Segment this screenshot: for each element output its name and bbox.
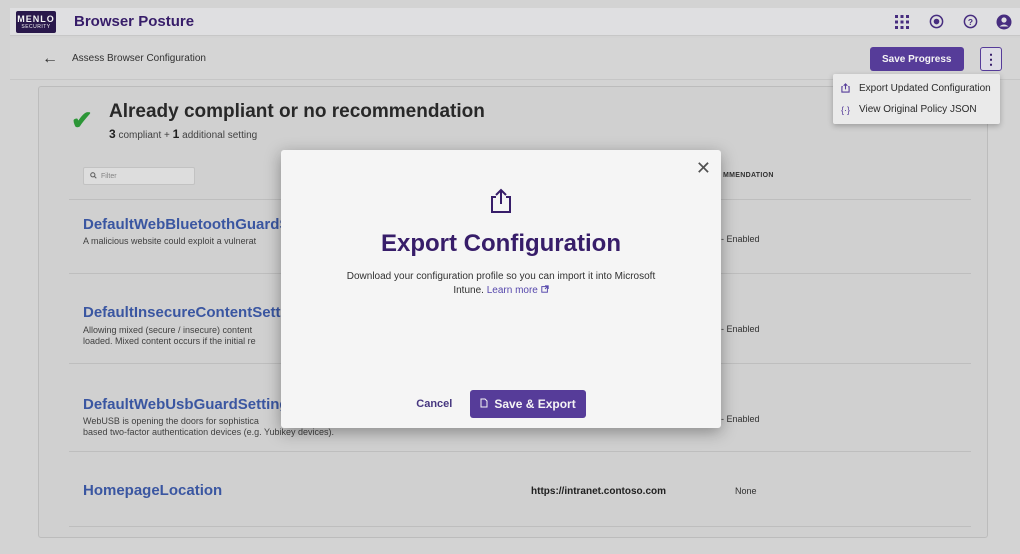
header-icons: ? (894, 14, 1012, 30)
external-link-icon (540, 285, 549, 296)
dialog-title: Export Configuration (381, 230, 621, 257)
close-icon[interactable]: ✕ (696, 158, 711, 179)
logo-text: MENLO (17, 13, 55, 24)
cancel-button[interactable]: Cancel (416, 398, 452, 410)
app-title: Browser Posture (74, 13, 195, 30)
dialog-actions: Cancel Save & Export (281, 390, 721, 418)
learn-more-link[interactable]: Learn more (487, 285, 549, 296)
recommendation-value: - Enabled (721, 324, 760, 334)
logo-subtext: SECURITY (21, 23, 51, 30)
export-configuration-dialog: ✕ Export Configuration Download your con… (281, 150, 721, 428)
compliant-count: 3 (109, 127, 116, 141)
apps-grid-icon[interactable] (894, 14, 910, 30)
learn-more-label: Learn more (486, 285, 538, 296)
more-vertical-icon: ⋮ (984, 50, 998, 67)
back-arrow-icon[interactable]: ← (42, 50, 58, 68)
filter-placeholder: Filter (101, 172, 117, 180)
section-subtitle: 3 compliant + 1 additional setting (109, 127, 257, 141)
checkmark-icon: ✔ (71, 105, 93, 135)
additional-count: 1 (172, 127, 180, 141)
breadcrumb: Assess Browser Configuration (72, 53, 206, 64)
section-title: Already compliant or no recommendation (109, 101, 485, 122)
more-options-button[interactable]: ⋮ (980, 47, 1002, 71)
share-icon (489, 188, 513, 214)
save-export-label: Save & Export (494, 397, 576, 411)
policy-name[interactable]: DefaultWebUsbGuardSetting (83, 396, 289, 413)
filter-input[interactable]: Filter (83, 167, 195, 185)
menlo-logo[interactable]: MENLO SECURITY (16, 10, 56, 33)
recommendation-value: None (735, 486, 757, 496)
more-options-menu: Export Updated Configuration {·} View Or… (833, 74, 1000, 124)
document-icon (480, 397, 488, 411)
compliant-text: compliant + (118, 130, 170, 141)
code-braces-icon: {·} (841, 104, 851, 115)
notification-icon[interactable] (928, 14, 944, 30)
help-icon[interactable]: ? (962, 14, 978, 30)
menu-item-label: Export Updated Configuration (859, 83, 991, 94)
menu-item-export-updated[interactable]: Export Updated Configuration (833, 78, 1000, 99)
menu-item-view-json[interactable]: {·} View Original Policy JSON (833, 99, 1000, 120)
save-progress-button[interactable]: Save Progress (870, 47, 964, 71)
account-icon[interactable] (996, 14, 1012, 30)
policy-name[interactable]: DefaultWebBluetoothGuardSet (83, 216, 303, 233)
menu-item-label: View Original Policy JSON (859, 104, 977, 115)
table-row[interactable]: HomepageLocation https://intranet.contos… (69, 451, 971, 527)
policy-description-line2: based two-factor authentication devices … (83, 427, 334, 437)
app-header: MENLO SECURITY Browser Posture ? (10, 8, 1020, 36)
recommendation-value: - Enabled (721, 414, 760, 424)
policy-value-url: https://intranet.contoso.com (531, 486, 666, 497)
column-header-recommendation: MMENDATION (723, 172, 774, 179)
svg-text:?: ? (967, 17, 972, 27)
policy-name[interactable]: DefaultInsecureContentSetting (83, 304, 303, 321)
policy-name[interactable]: HomepageLocation (83, 482, 222, 499)
save-export-button[interactable]: Save & Export (470, 390, 586, 418)
dialog-description: Download your configuration profile so y… (339, 270, 663, 298)
recommendation-value: - Enabled (721, 234, 760, 244)
additional-text: additional setting (182, 130, 258, 141)
export-icon (841, 82, 855, 95)
search-icon (90, 171, 97, 181)
